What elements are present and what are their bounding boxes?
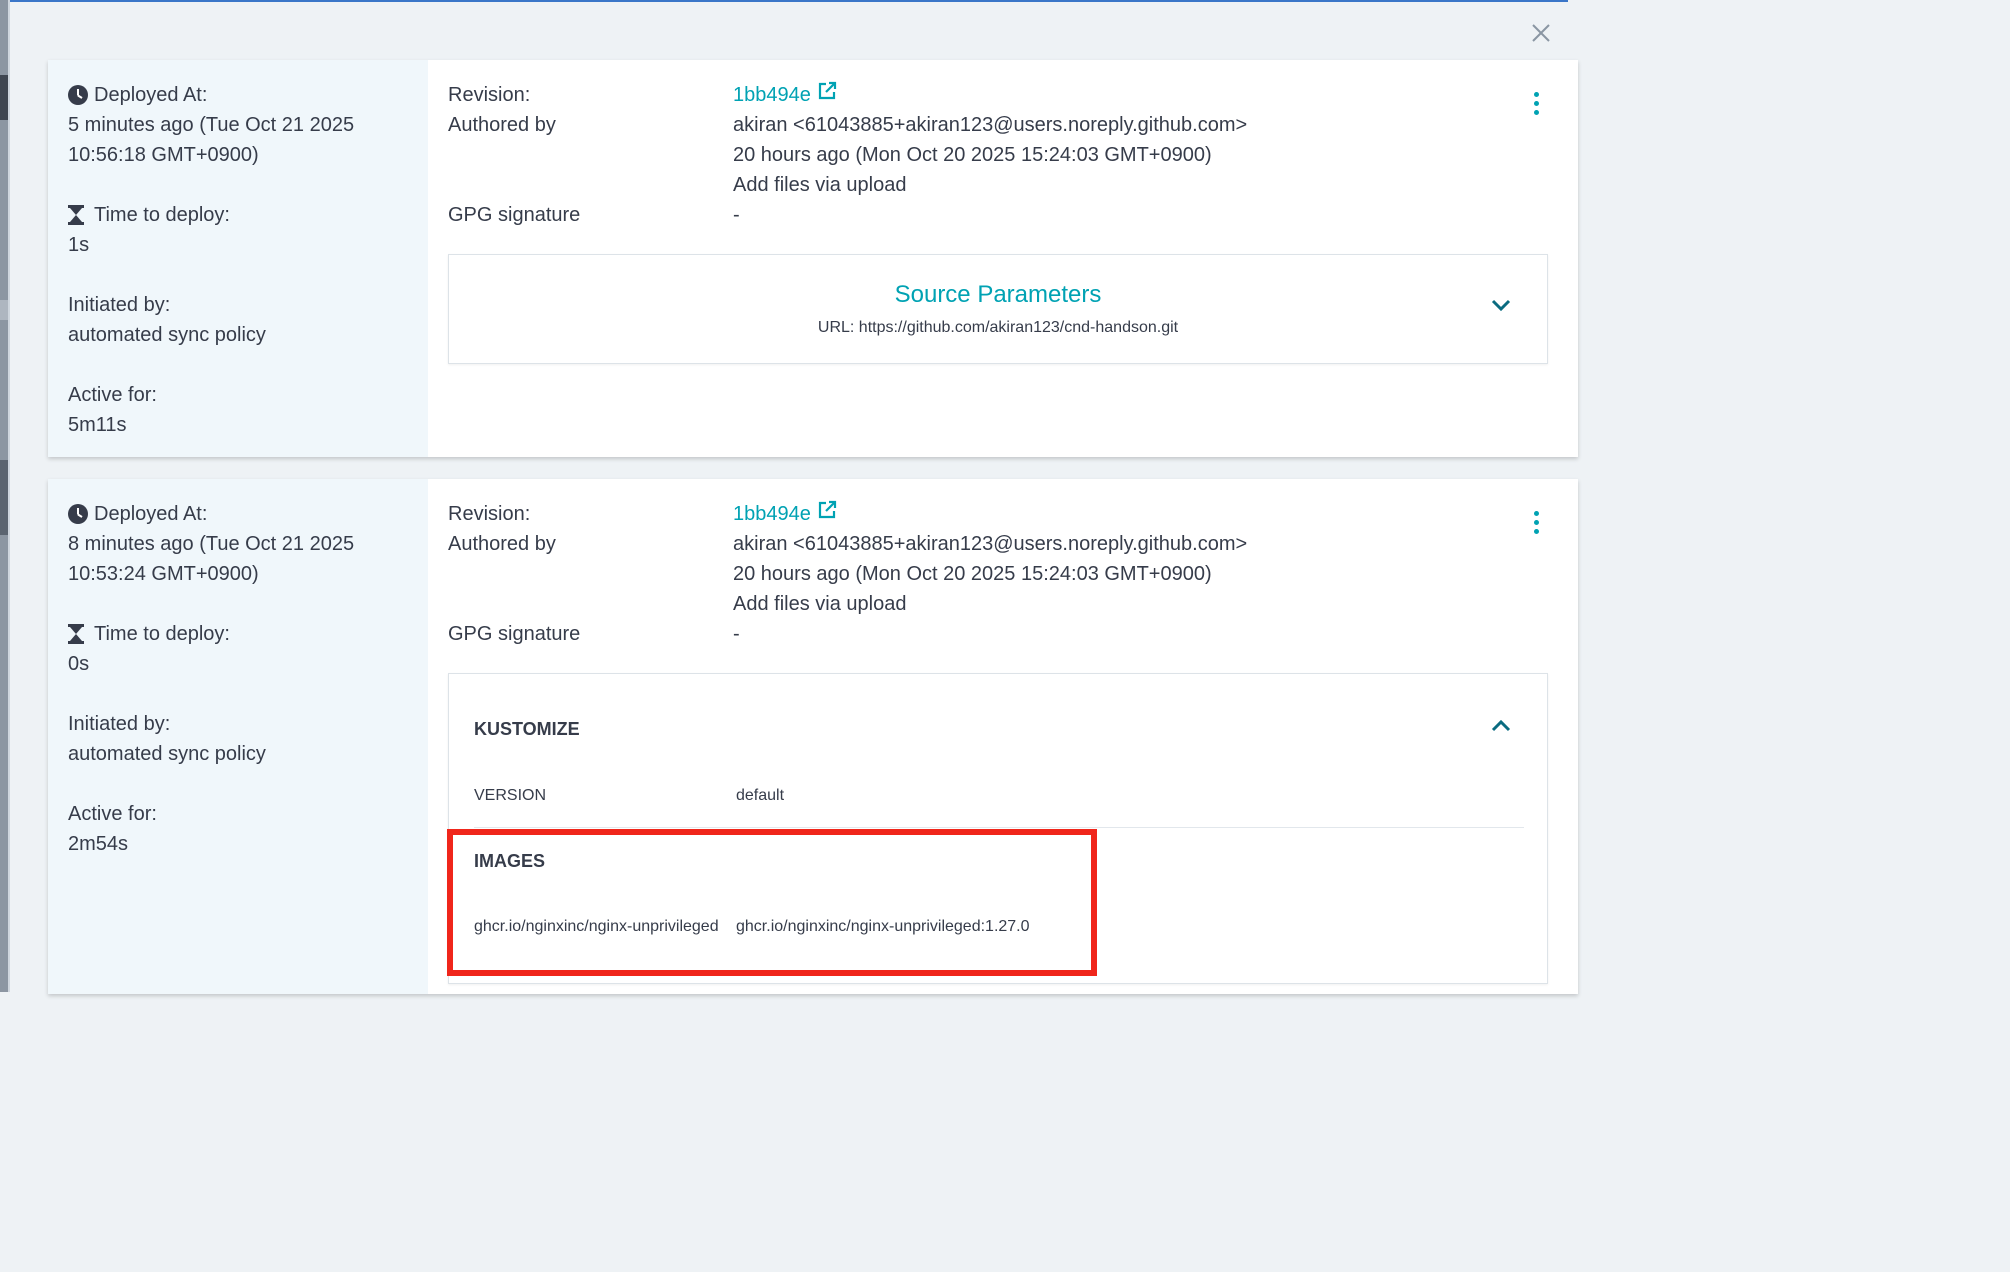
version-value: default [736, 787, 785, 804]
time-to-deploy-label: Time to deploy: [94, 623, 230, 645]
gpg-signature-value: - [733, 623, 740, 645]
revision-label: Revision: [448, 503, 531, 525]
commit-message: Add files via upload [733, 174, 907, 196]
source-parameters-panel[interactable]: Source Parameters URL: https://github.co… [448, 254, 1548, 364]
revision-hash: 1bb494e [733, 503, 811, 525]
time-to-deploy-value: 0s [68, 653, 90, 675]
initiated-by-label: Initiated by: [68, 713, 171, 735]
gpg-signature-label: GPG signature [448, 204, 581, 226]
author-value: akiran <61043885+akiran123@users.noreply… [733, 114, 1248, 136]
divider [474, 827, 1524, 828]
deployed-at-value: 5 minutes ago (Tue Oct 21 2025 10:56:18 … [68, 114, 355, 166]
active-for-label: Active for: [68, 384, 157, 406]
initiated-by-label: Initiated by: [68, 294, 171, 316]
image-name: ghcr.io/nginxinc/nginx-unprivileged [474, 918, 719, 935]
deployment-meta: Deployed At: 5 minutes ago (Tue Oct 21 2… [48, 60, 428, 457]
background-app-edge [0, 0, 10, 992]
source-url: URL: https://github.com/akiran123/cnd-ha… [817, 319, 1179, 336]
more-options-icon[interactable] [1526, 507, 1546, 537]
kustomize-panel: KUSTOMIZE VERSION default IMAGES ghcr.io… [447, 673, 1548, 984]
initiated-by-value: automated sync policy [68, 743, 266, 765]
clock-icon [68, 85, 88, 105]
images-label: IMAGES [474, 851, 546, 871]
deployed-at-value: 8 minutes ago (Tue Oct 21 2025 10:53:24 … [68, 533, 355, 585]
gpg-signature-value: - [733, 204, 740, 226]
revision-link[interactable]: 1bb494e [733, 499, 837, 529]
kustomize-title: KUSTOMIZE [474, 719, 580, 739]
version-label: VERSION [474, 787, 547, 804]
commit-message: Add files via upload [733, 593, 907, 615]
authored-time: 20 hours ago (Mon Oct 20 2025 15:24:03 G… [733, 563, 1212, 585]
authored-by-label: Authored by [448, 533, 556, 555]
deployment-meta: Deployed At: 8 minutes ago (Tue Oct 21 2… [48, 479, 428, 994]
initiated-by-value: automated sync policy [68, 324, 266, 346]
image-value: ghcr.io/nginxinc/nginx-unprivileged:1.27… [736, 918, 1030, 935]
revision-label: Revision: [448, 84, 531, 106]
close-icon[interactable] [1528, 20, 1554, 46]
chevron-up-icon[interactable] [1489, 714, 1513, 738]
deployment-history-panel: Deployed At: 5 minutes ago (Tue Oct 21 2… [10, 0, 1578, 994]
deployed-at-label: Deployed At: [94, 84, 208, 106]
time-to-deploy-value: 1s [68, 234, 90, 256]
external-link-icon [817, 499, 837, 529]
source-parameters-title: Source Parameters [894, 281, 1102, 308]
deployment-card: Deployed At: 5 minutes ago (Tue Oct 21 2… [48, 60, 1578, 457]
external-link-icon [817, 80, 837, 110]
gpg-signature-label: GPG signature [448, 623, 581, 645]
deployment-card: Deployed At: 8 minutes ago (Tue Oct 21 2… [48, 479, 1578, 994]
authored-time: 20 hours ago (Mon Oct 20 2025 15:24:03 G… [733, 144, 1212, 166]
authored-by-label: Authored by [448, 114, 556, 136]
time-to-deploy-label: Time to deploy: [94, 204, 230, 226]
clock-icon [68, 504, 88, 524]
author-value: akiran <61043885+akiran123@users.noreply… [733, 533, 1248, 555]
revision-link[interactable]: 1bb494e [733, 80, 837, 110]
active-for-value: 5m11s [68, 414, 127, 436]
hourglass-icon [68, 205, 88, 225]
revision-details: Revision: 1bb494e Authored by akiran <61… [448, 499, 1548, 649]
more-options-icon[interactable] [1526, 88, 1546, 118]
chevron-down-icon[interactable] [1489, 293, 1513, 317]
active-for-value: 2m54s [68, 833, 129, 855]
deployed-at-label: Deployed At: [94, 503, 208, 525]
revision-details: Revision: 1bb494e Authored by akiran <61… [448, 80, 1548, 230]
revision-hash: 1bb494e [733, 84, 811, 106]
hourglass-icon [68, 624, 88, 644]
active-for-label: Active for: [68, 803, 157, 825]
